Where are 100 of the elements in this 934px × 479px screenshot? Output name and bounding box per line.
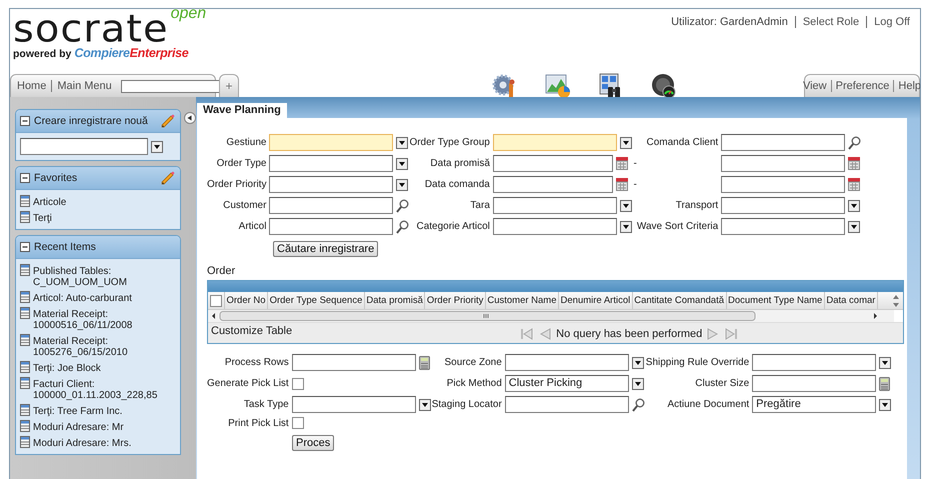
dropdown-icon[interactable] bbox=[620, 200, 632, 212]
field-label: Shipping Rule Override bbox=[646, 357, 750, 368]
calendar-icon[interactable] bbox=[848, 157, 860, 170]
sidebar-item[interactable]: Terţi: Tree Farm Inc. bbox=[20, 404, 176, 417]
dropdown-icon[interactable] bbox=[151, 140, 163, 152]
search-icon[interactable] bbox=[632, 398, 645, 412]
sidebar-item[interactable]: Articol: Auto-carburant bbox=[20, 291, 176, 304]
select-field[interactable] bbox=[492, 197, 617, 214]
dropdown-icon[interactable] bbox=[879, 398, 892, 410]
sidebar-item[interactable]: Articole bbox=[20, 195, 176, 208]
number-field[interactable] bbox=[752, 375, 876, 392]
column-header[interactable]: Data comar bbox=[824, 292, 878, 309]
dropdown-icon[interactable] bbox=[396, 158, 408, 170]
table-icon bbox=[20, 291, 30, 303]
calendar-icon[interactable] bbox=[616, 178, 628, 191]
select-field[interactable] bbox=[492, 134, 617, 151]
dropdown-icon[interactable] bbox=[632, 356, 644, 368]
date-field[interactable] bbox=[492, 176, 613, 193]
collapse-icon[interactable] bbox=[20, 116, 30, 126]
date-field[interactable] bbox=[721, 155, 846, 172]
column-header[interactable]: Document Type Name bbox=[726, 292, 825, 309]
select-field[interactable] bbox=[20, 138, 148, 155]
collapse-icon[interactable] bbox=[20, 173, 30, 183]
sidebar-item[interactable]: Published Tables: C_UOM_UOM_UOM bbox=[20, 264, 176, 288]
select-field[interactable]: Cluster Picking bbox=[504, 375, 629, 392]
dropdown-icon[interactable] bbox=[396, 136, 408, 148]
process-button[interactable]: Proces bbox=[292, 435, 334, 451]
collapse-sidebar-icon[interactable] bbox=[184, 112, 196, 124]
checkbox[interactable] bbox=[210, 294, 222, 306]
search-icon[interactable] bbox=[396, 220, 410, 234]
gauge-icon[interactable] bbox=[651, 72, 677, 98]
column-header[interactable]: Denumire Articol bbox=[559, 292, 633, 309]
column-header[interactable]: Cantitate Comandată bbox=[632, 292, 726, 309]
search-icon[interactable] bbox=[396, 198, 410, 212]
select-field[interactable]: Pregătire bbox=[752, 396, 876, 413]
horizontal-scrollbar[interactable] bbox=[208, 310, 894, 322]
select-field[interactable] bbox=[752, 354, 876, 371]
select-field[interactable] bbox=[721, 197, 846, 214]
nav-link[interactable]: Home bbox=[17, 80, 52, 92]
field-label: Generate Pick List bbox=[207, 378, 290, 389]
column-header[interactable]: Order Type Sequence bbox=[268, 292, 365, 309]
lookup-field[interactable] bbox=[504, 396, 629, 413]
panel-tab[interactable]: Wave Planning bbox=[197, 103, 287, 118]
calculator-icon[interactable] bbox=[879, 376, 890, 390]
sidebar-item[interactable]: Terţi bbox=[20, 211, 176, 224]
table-icon bbox=[20, 436, 30, 448]
select-field[interactable] bbox=[269, 176, 394, 193]
nav-link[interactable]: Main Menu bbox=[51, 80, 117, 92]
select-field[interactable] bbox=[269, 134, 394, 151]
sidebar-item[interactable]: Facturi Client: 100000_01.11.2003_228,85 bbox=[20, 377, 176, 401]
field-label: Cluster Size bbox=[694, 378, 750, 389]
sidebar-item[interactable]: Terţi: Joe Block bbox=[20, 361, 176, 374]
select-field[interactable] bbox=[504, 354, 629, 371]
lookup-field[interactable] bbox=[269, 197, 394, 214]
table-icon bbox=[20, 334, 30, 346]
sidebar-item[interactable]: Material Receipt: 10000516_06/11/2008 bbox=[20, 307, 176, 331]
chart-icon[interactable] bbox=[545, 72, 571, 98]
header-link[interactable]: Select Role bbox=[794, 16, 866, 28]
column-header[interactable]: Order Priority bbox=[425, 292, 486, 309]
sidebar-item[interactable]: Moduri Adresare: Mr bbox=[20, 420, 176, 433]
search-icon[interactable] bbox=[848, 136, 862, 150]
select-field[interactable] bbox=[269, 155, 394, 172]
checkbox[interactable] bbox=[292, 378, 304, 390]
column-header[interactable]: Customer Name bbox=[486, 292, 560, 309]
vertical-scroll-arrows-icon[interactable] bbox=[892, 294, 900, 308]
dropdown-icon[interactable] bbox=[848, 200, 860, 212]
select-field[interactable] bbox=[721, 218, 846, 235]
date-field[interactable] bbox=[492, 155, 613, 172]
customize-table-link[interactable]: Customize Table bbox=[208, 323, 296, 343]
dropdown-icon[interactable] bbox=[620, 220, 632, 232]
checkbox[interactable] bbox=[292, 417, 304, 429]
dropdown-icon[interactable] bbox=[418, 398, 431, 410]
select-field[interactable] bbox=[292, 396, 416, 413]
collapse-icon[interactable] bbox=[20, 242, 30, 252]
calendar-icon[interactable] bbox=[848, 178, 860, 191]
column-header[interactable]: Data promisă bbox=[364, 292, 426, 309]
add-tab-button[interactable]: + bbox=[219, 74, 239, 97]
dropdown-icon[interactable] bbox=[879, 356, 892, 368]
pencil-icon[interactable] bbox=[161, 171, 175, 185]
date-field[interactable] bbox=[721, 176, 846, 193]
dropdown-icon[interactable] bbox=[396, 178, 408, 190]
options-link[interactable]: View bbox=[798, 80, 831, 92]
sidebar-item[interactable]: Material Receipt: 1005276_06/15/2010 bbox=[20, 334, 176, 358]
lookup-field[interactable] bbox=[721, 134, 846, 151]
column-header[interactable]: Order No bbox=[225, 292, 268, 309]
header-link[interactable]: Log Off bbox=[866, 16, 917, 28]
select-field[interactable] bbox=[492, 218, 617, 235]
dropdown-icon[interactable] bbox=[620, 136, 632, 148]
search-button[interactable]: Căutare inregistrare bbox=[273, 241, 378, 257]
sidebar-item[interactable]: Moduri Adresare: Mrs. bbox=[20, 436, 176, 449]
options-link[interactable]: Preference bbox=[830, 80, 894, 92]
field-label: Source Zone bbox=[444, 357, 503, 368]
calculator-icon[interactable] bbox=[418, 356, 430, 370]
dropdown-icon[interactable] bbox=[848, 220, 860, 232]
dropdown-icon[interactable] bbox=[632, 378, 644, 390]
calendar-icon[interactable] bbox=[616, 157, 628, 170]
pencil-icon[interactable] bbox=[161, 114, 175, 128]
lookup-field[interactable] bbox=[269, 218, 394, 235]
number-field[interactable] bbox=[292, 354, 416, 371]
menu-search-field[interactable] bbox=[120, 80, 221, 92]
